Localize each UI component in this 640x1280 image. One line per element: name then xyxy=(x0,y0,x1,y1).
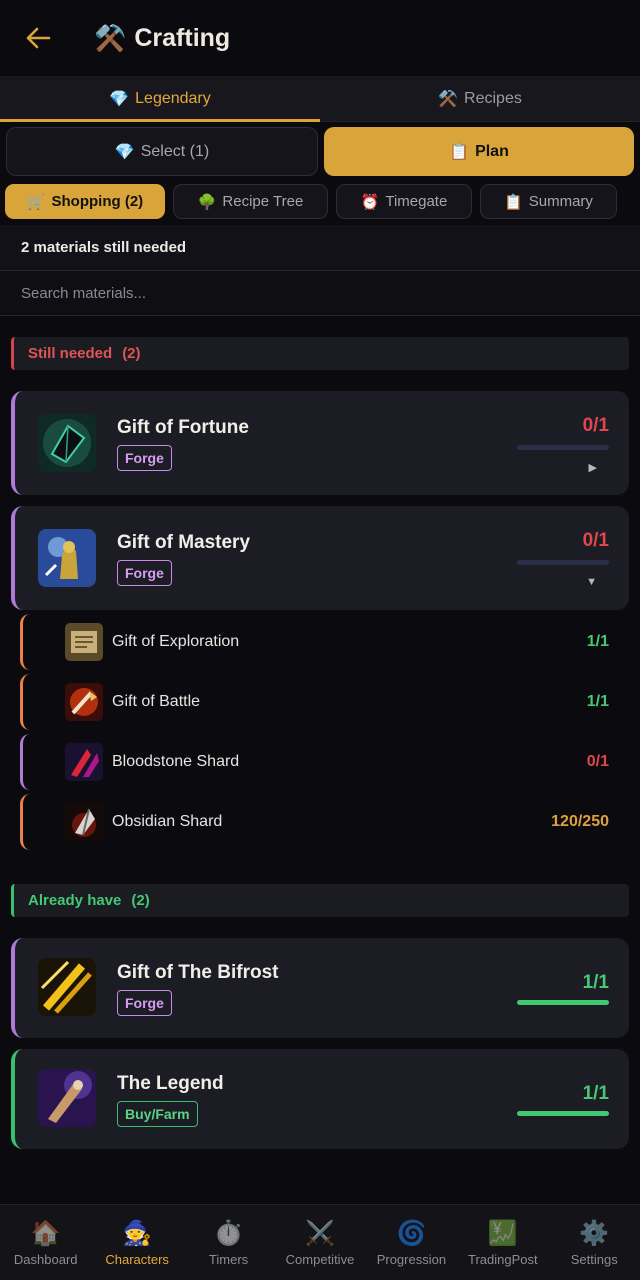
hammer-pick-icon: ⚒️ xyxy=(438,90,459,108)
item-name: Gift of Fortune xyxy=(117,417,249,438)
main-tabs: 💎 Legendary ⚒️ Recipes xyxy=(0,76,640,122)
nav-timers[interactable]: ⏱️ Timers xyxy=(183,1205,274,1280)
gift-of-fortune-icon xyxy=(38,414,96,472)
sub-item-name: Bloodstone Shard xyxy=(112,753,240,770)
forge-badge: Forge xyxy=(117,990,172,1016)
tab-recipes[interactable]: ⚒️ Recipes xyxy=(320,76,640,121)
house-icon: 🏠 xyxy=(30,1219,61,1247)
search-input[interactable]: Search materials... xyxy=(0,271,640,316)
nav-progression[interactable]: 🌀 Progression xyxy=(366,1205,457,1280)
nav-competitive[interactable]: ⚔️ Competitive xyxy=(274,1205,365,1280)
item-name: The Legend xyxy=(117,1073,224,1094)
hammer-pick-icon: ⚒️ xyxy=(94,22,127,53)
progress-bar xyxy=(517,560,609,565)
gem-icon: 💎 xyxy=(114,143,135,161)
sub-item-name: Gift of Battle xyxy=(112,693,201,710)
progress-bar xyxy=(517,1000,609,1005)
spiral-icon: 🌀 xyxy=(396,1219,427,1247)
chart-icon: 💹 xyxy=(487,1219,518,1247)
item-card[interactable]: Gift of Fortune Forge 0/1 ▶ xyxy=(11,391,629,495)
gear-icon: ⚙️ xyxy=(579,1219,610,1247)
sub-item-row[interactable]: Bloodstone Shard 0/1 xyxy=(20,734,629,790)
plan-button[interactable]: 📋 Plan xyxy=(324,127,634,176)
crossed-swords-icon: ⚔️ xyxy=(305,1219,335,1247)
tab-shopping[interactable]: 🛒 Shopping (2) xyxy=(5,184,165,219)
tab-recipe-tree[interactable]: 🌳 Recipe Tree xyxy=(173,184,328,219)
gift-of-battle-icon xyxy=(65,683,103,721)
collapse-icon[interactable]: ▼ xyxy=(586,576,597,588)
tab-summary[interactable]: 📋 Summary xyxy=(480,184,617,219)
sub-item-count: 0/1 xyxy=(586,753,609,770)
progress-bar xyxy=(517,445,609,450)
sub-item-name: Gift of Exploration xyxy=(112,633,240,650)
gem-icon: 💎 xyxy=(109,90,130,108)
nav-dashboard[interactable]: 🏠 Dashboard xyxy=(0,1205,91,1280)
bloodstone-shard-icon xyxy=(65,743,103,781)
item-card[interactable]: Gift of The Bifrost Forge 1/1 xyxy=(11,938,629,1038)
back-arrow-icon[interactable] xyxy=(24,24,52,52)
tab-timegate[interactable]: ⏰ Timegate xyxy=(336,184,472,219)
item-count: 1/1 xyxy=(582,972,609,993)
clipboard-icon: 📋 xyxy=(504,193,523,211)
page-title: ⚒️ Crafting xyxy=(94,22,231,53)
section-still-needed: Still needed (2) xyxy=(11,337,629,370)
obsidian-shard-icon xyxy=(65,803,103,841)
cart-icon: 🛒 xyxy=(26,193,46,211)
nav-settings[interactable]: ⚙️ Settings xyxy=(549,1205,640,1280)
nav-characters[interactable]: 🧙 Characters xyxy=(91,1205,182,1280)
plan-subtabs: 🛒 Shopping (2) 🌳 Recipe Tree ⏰ Timegate … xyxy=(0,176,640,225)
buy-farm-badge: Buy/Farm xyxy=(117,1101,198,1127)
item-name: Gift of The Bifrost xyxy=(117,962,279,983)
tree-icon: 🌳 xyxy=(197,193,217,211)
item-name: Gift of Mastery xyxy=(117,532,251,553)
materials-status: 2 materials still needed xyxy=(0,225,640,271)
item-count: 0/1 xyxy=(582,415,609,436)
tab-legendary[interactable]: 💎 Legendary xyxy=(0,76,320,122)
sub-item-count: 120/250 xyxy=(551,813,609,830)
app-header: ⚒️ Crafting xyxy=(0,0,640,76)
mode-switch: 💎 Select (1) 📋 Plan xyxy=(0,122,640,176)
item-card[interactable]: Gift of Mastery Forge 0/1 ▼ xyxy=(11,506,629,610)
mage-icon: 🧙 xyxy=(122,1219,153,1247)
forge-badge: Forge xyxy=(117,560,172,586)
clipboard-icon: 📋 xyxy=(449,143,470,161)
forge-badge: Forge xyxy=(117,445,172,471)
progress-bar xyxy=(517,1111,609,1116)
item-count: 0/1 xyxy=(582,530,609,551)
gift-of-exploration-icon xyxy=(65,623,103,661)
sub-item-count: 1/1 xyxy=(586,633,609,650)
expand-icon[interactable]: ▶ xyxy=(589,461,597,474)
alarm-clock-icon: ⏰ xyxy=(360,193,380,211)
stopwatch-icon: ⏱️ xyxy=(213,1219,244,1247)
select-button[interactable]: 💎 Select (1) xyxy=(6,127,318,176)
gift-of-the-bifrost-icon xyxy=(38,958,96,1016)
sub-item-name: Obsidian Shard xyxy=(112,813,223,830)
bottom-nav: 🏠 Dashboard 🧙 Characters ⏱️ Timers ⚔️ Co… xyxy=(0,1204,640,1280)
item-card[interactable]: The Legend Buy/Farm 1/1 xyxy=(11,1049,629,1149)
sub-item-row[interactable]: Gift of Exploration 1/1 xyxy=(20,614,629,670)
sub-item-row[interactable]: Obsidian Shard 120/250 xyxy=(20,794,629,850)
gift-of-mastery-icon xyxy=(38,529,96,587)
the-legend-icon xyxy=(38,1069,96,1127)
item-count: 1/1 xyxy=(582,1083,609,1104)
sub-item-row[interactable]: Gift of Battle 1/1 xyxy=(20,674,629,730)
section-already-have: Already have (2) xyxy=(11,884,629,917)
sub-item-count: 1/1 xyxy=(586,693,609,710)
nav-tradingpost[interactable]: 💹 TradingPost xyxy=(457,1205,548,1280)
